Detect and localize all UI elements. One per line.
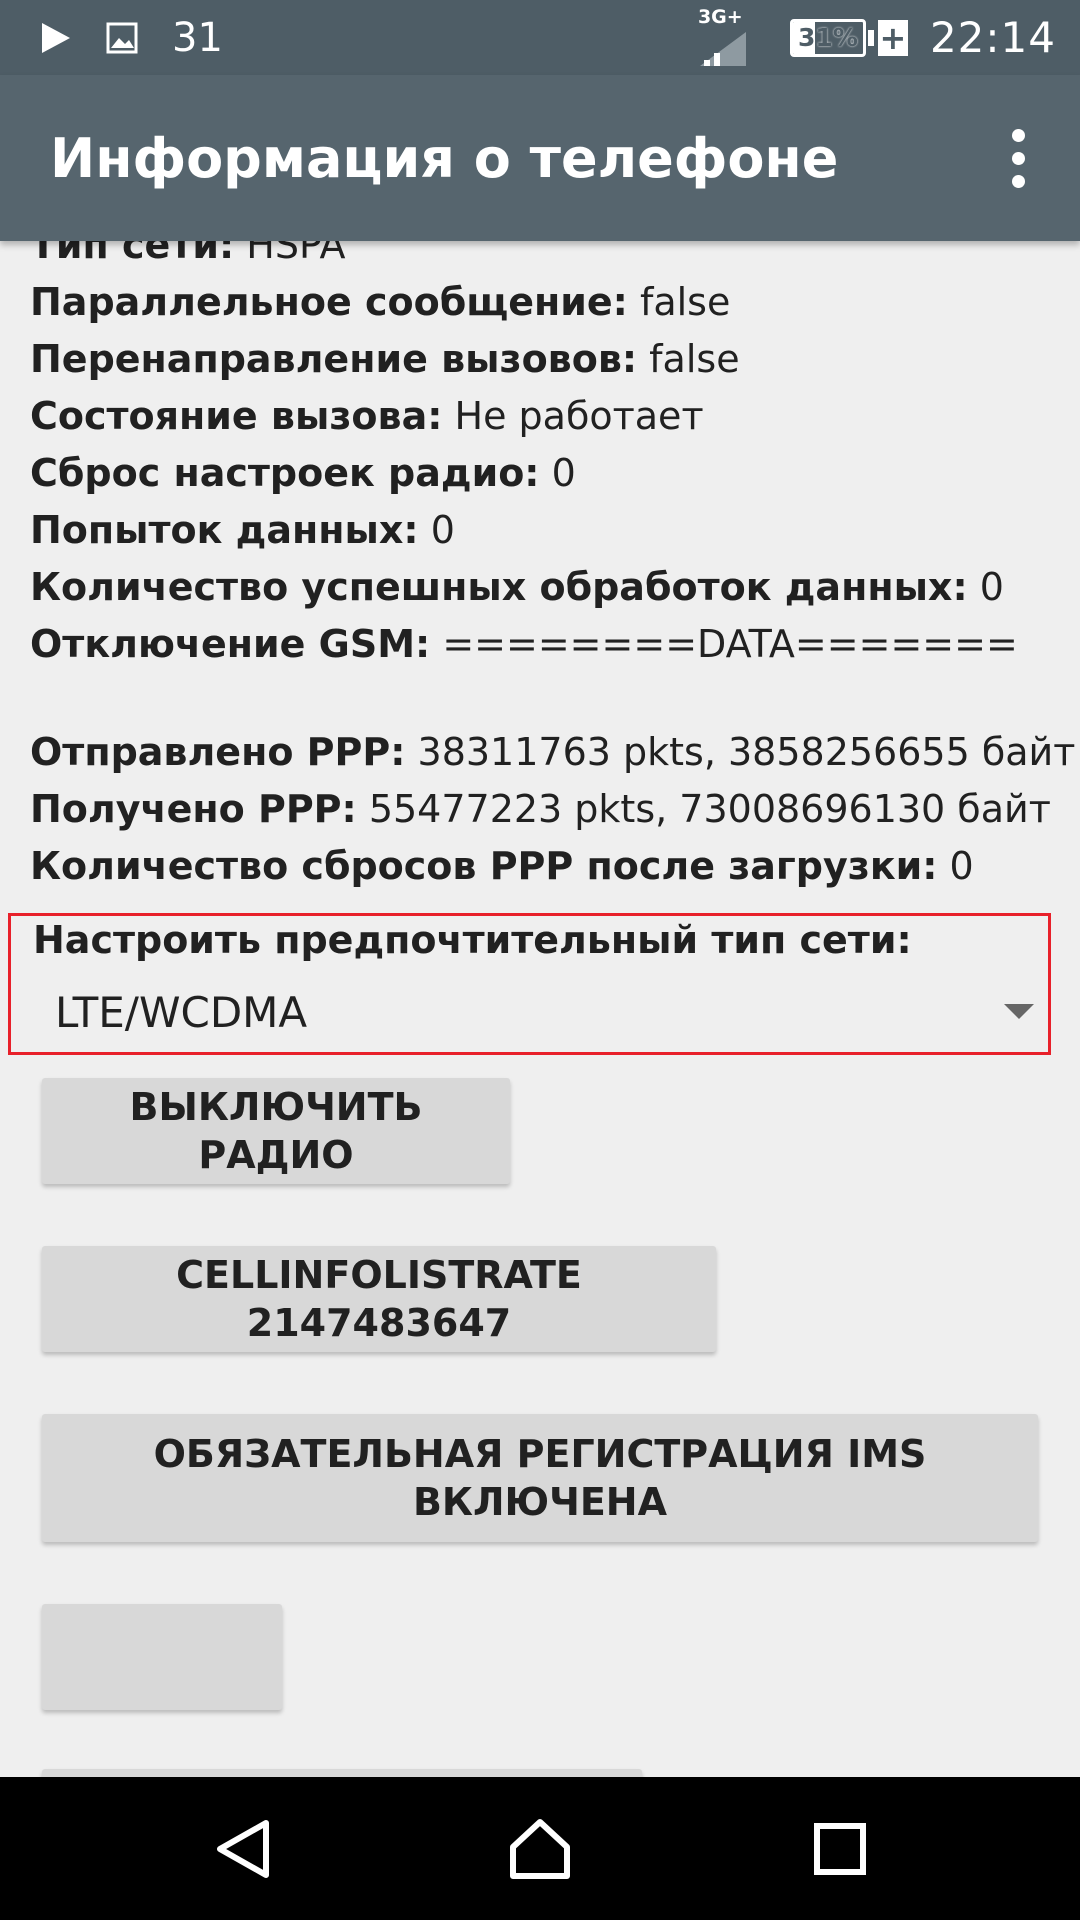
info-label: Количество сбросов PPP после загрузки: bbox=[30, 844, 938, 888]
info-value: false bbox=[639, 280, 731, 324]
app-bar: Информация о телефоне bbox=[0, 75, 1080, 241]
info-label: Перенаправление вызовов: bbox=[30, 337, 638, 381]
battery-nub bbox=[867, 29, 874, 46]
play-icon bbox=[38, 21, 72, 55]
dropdown-arrow-icon bbox=[1004, 1004, 1034, 1019]
info-row-data-success: Количество успешных обработок данных: 0 bbox=[30, 559, 1060, 616]
preferred-network-highlight: Настроить предпочтительный тип сети: LTE… bbox=[8, 913, 1051, 1055]
content-scroll[interactable]: Тип сети: HSPA Параллельное сообщение: f… bbox=[0, 241, 1080, 1777]
info-row-call-state: Состояние вызова: Не работает bbox=[30, 388, 1060, 445]
info-value: 0 bbox=[979, 565, 1004, 609]
info-label: Тип сети: bbox=[30, 241, 235, 267]
info-value: 0 bbox=[949, 844, 974, 888]
battery-percent: 31% bbox=[798, 23, 858, 52]
info-value: false bbox=[649, 337, 740, 381]
more-vert-icon[interactable] bbox=[986, 115, 1050, 201]
info-row-call-forward: Перенаправление вызовов: false bbox=[30, 331, 1060, 388]
info-row-ppp-sent: Отправлено PPP: 38311763 pkts, 385825665… bbox=[30, 724, 1075, 781]
info-value: 55477223 pkts, 73008696130 байт bbox=[368, 787, 1051, 831]
info-row-network-type: Тип сети: HSPA bbox=[30, 241, 1060, 274]
info-label: Получено PPP: bbox=[30, 787, 357, 831]
info-label: Отключение GSM: bbox=[30, 622, 431, 666]
home-icon bbox=[510, 1818, 570, 1879]
info-list: Тип сети: HSPA Параллельное сообщение: f… bbox=[30, 241, 1075, 895]
info-value: ========DATA======= bbox=[442, 622, 1018, 666]
status-bar: 31 3G+ 31% + 22:14 bbox=[0, 0, 1080, 75]
ims-registration-button[interactable]: ОБЯЗАТЕЛЬНАЯ РЕГИСТРАЦИЯ IMS ВКЛЮЧЕНА bbox=[42, 1414, 1038, 1542]
info-row-ppp-received: Получено PPP: 55477223 pkts, 73008696130… bbox=[30, 781, 1060, 838]
page-title: Информация о телефоне bbox=[50, 126, 839, 190]
info-row-radio-resets: Сброс настроек радио: 0 bbox=[30, 445, 1060, 502]
ims-button-line-2: ВКЛЮЧЕНА bbox=[412, 1480, 668, 1524]
notification-count: 31 bbox=[172, 14, 223, 61]
status-bar-notifications: 31 bbox=[38, 0, 223, 75]
recents-button[interactable] bbox=[750, 1777, 930, 1920]
info-label: Отправлено PPP: bbox=[30, 730, 406, 774]
overflow-dot bbox=[1011, 174, 1025, 188]
preferred-network-value: LTE/WCDMA bbox=[55, 987, 308, 1037]
info-label: Состояние вызова: bbox=[30, 394, 443, 438]
status-bar-system: 3G+ 31% + 22:14 bbox=[698, 0, 1056, 75]
preferred-network-spinner[interactable]: LTE/WCDMA bbox=[11, 974, 1048, 1050]
info-row-data-attempts: Попыток данных: 0 bbox=[30, 502, 1060, 559]
info-value: Не работает bbox=[454, 394, 704, 438]
back-icon bbox=[217, 1819, 269, 1878]
battery-body: 31% bbox=[789, 18, 866, 57]
signal-indicator: 3G+ bbox=[697, 5, 748, 68]
info-value: 38311763 pkts, 3858256655 байт bbox=[417, 730, 1076, 774]
preferred-network-label: Настроить предпочтительный тип сети: bbox=[33, 918, 912, 962]
ims-button-line-1: ОБЯЗАТЕЛЬНАЯ РЕГИСТРАЦИЯ IMS bbox=[153, 1432, 927, 1476]
signal-icon bbox=[699, 31, 746, 66]
clock: 22:14 bbox=[929, 13, 1056, 62]
partially-hidden-button[interactable] bbox=[42, 1769, 642, 1777]
home-button[interactable] bbox=[450, 1777, 630, 1920]
navigation-bar bbox=[0, 1777, 1080, 1920]
overflow-dot bbox=[1011, 151, 1025, 165]
back-button[interactable] bbox=[152, 1777, 332, 1920]
info-label: Параллельное сообщение: bbox=[30, 280, 628, 324]
info-value: 0 bbox=[430, 508, 455, 552]
charging-icon: + bbox=[877, 18, 908, 57]
info-label: Сброс настроек радио: bbox=[30, 451, 540, 495]
info-row-concurrent: Параллельное сообщение: false bbox=[30, 274, 1060, 331]
info-row-gsm-disconnect: Отключение GSM: ========DATA======= bbox=[30, 616, 1060, 673]
battery-icon: 31% + bbox=[789, 18, 908, 57]
phone-info-screen: 31 3G+ 31% + 22:14 Информация о телефоне… bbox=[0, 0, 1080, 1920]
overflow-dot bbox=[1011, 128, 1025, 142]
info-value: HSPA bbox=[246, 241, 346, 267]
info-value: 0 bbox=[551, 451, 576, 495]
radio-off-button[interactable]: ВЫКЛЮЧИТЬ РАДИО bbox=[42, 1078, 510, 1184]
ims-button-label: ОБЯЗАТЕЛЬНАЯ РЕГИСТРАЦИЯ IMS ВКЛЮЧЕНА bbox=[154, 1430, 927, 1526]
image-icon bbox=[106, 22, 138, 54]
recents-icon bbox=[814, 1822, 866, 1875]
network-type-label: 3G+ bbox=[697, 5, 743, 28]
info-row-ppp-resets: Количество сбросов PPP после загрузки: 0 bbox=[30, 838, 1060, 895]
info-label: Количество успешных обработок данных: bbox=[30, 565, 968, 609]
info-label: Попыток данных: bbox=[30, 508, 419, 552]
cellinfo-rate-button[interactable]: CELLINFOLISTRATE 2147483647 bbox=[42, 1246, 716, 1352]
empty-button[interactable] bbox=[42, 1604, 282, 1710]
